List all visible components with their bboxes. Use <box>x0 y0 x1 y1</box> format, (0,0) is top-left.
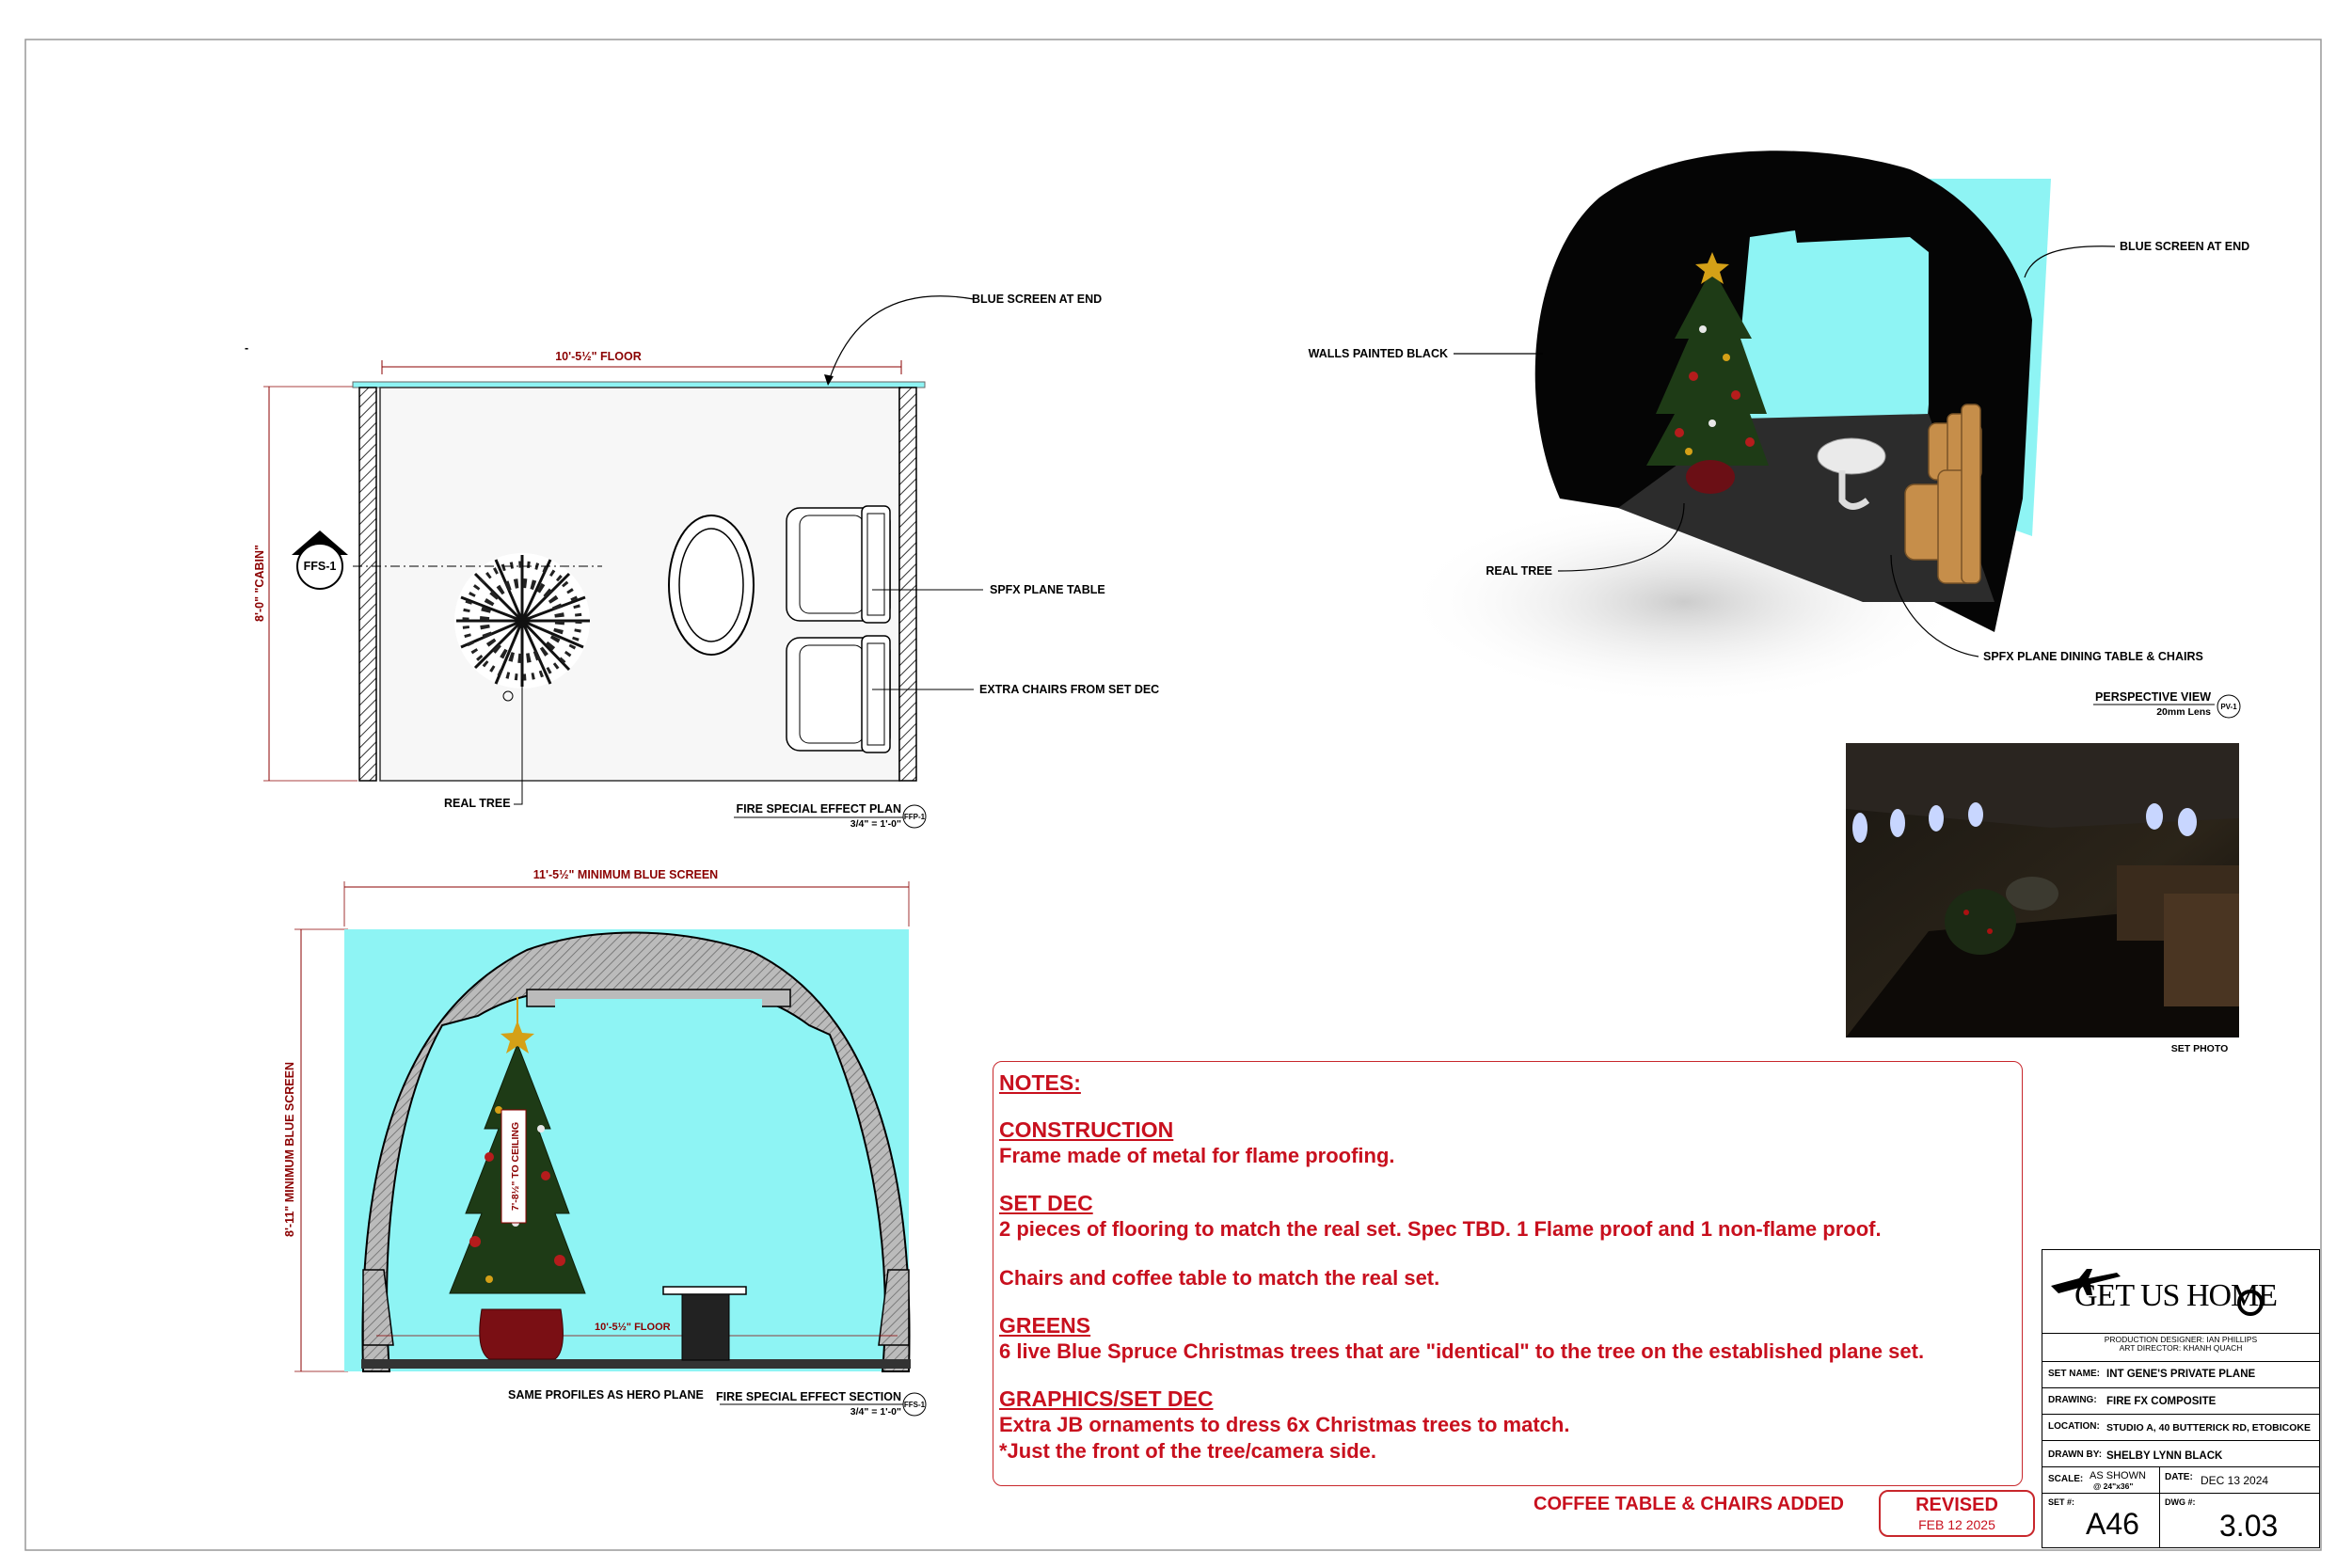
svg-text:PV-1: PV-1 <box>2220 703 2237 711</box>
drawing-label: DRAWING: <box>2048 1395 2097 1405</box>
set-name-value: INT GENE'S PRIVATE PLANE <box>2106 1369 2256 1380</box>
plan-cabin-dimension: 8'-0" "CABIN" <box>253 545 266 622</box>
drawn-by-label: DRAWN BY: <box>2048 1449 2103 1460</box>
svg-text:FIRE SPECIAL EFFECT PLAN: FIRE SPECIAL EFFECT PLAN <box>737 802 901 816</box>
svg-text:PERSPECTIVE VIEW: PERSPECTIVE VIEW <box>2095 690 2211 704</box>
perspective-real-tree-callout: REAL TREE <box>1486 564 1552 578</box>
section-height-dimension: 8'-11" MINIMUM BLUE SCREEN <box>283 1062 296 1237</box>
svg-text:FIRE SPECIAL EFFECT SECTION: FIRE SPECIAL EFFECT SECTION <box>716 1390 901 1403</box>
section-floor-dimension: 10'-5½" FLOOR <box>595 1322 671 1333</box>
notes-setdec-heading: SET DEC <box>999 1191 1093 1215</box>
section-width-dimension: 11'-5½" MINIMUM BLUE SCREEN <box>533 868 718 881</box>
plan-chair-2 <box>786 635 891 753</box>
svg-text:-: - <box>245 341 248 355</box>
notes-construction-heading: CONSTRUCTION <box>999 1117 1174 1142</box>
scale-value: AS SHOWN <box>2090 1470 2146 1481</box>
notes-setdec-body: 2 pieces of flooring to match the real s… <box>999 1217 1882 1241</box>
dwg-number-value: 3.03 <box>2219 1509 2279 1543</box>
plan-extra-chairs-callout: EXTRA CHAIRS FROM SET DEC <box>979 683 1159 696</box>
perspective-view-title: PERSPECTIVE VIEW 20mm Lens PV-1 <box>2093 690 2241 719</box>
plan-floor-dimension: 10'-5½" FLOOR <box>555 350 642 363</box>
dwg-number-label: DWG #: <box>2165 1497 2196 1507</box>
svg-text:FFS-1: FFS-1 <box>304 560 337 573</box>
notes-greens-body: 6 live Blue Spruce Christmas trees that … <box>999 1339 1925 1363</box>
plan-chair-1 <box>786 505 891 624</box>
plan-real-tree-callout: REAL TREE <box>444 797 511 810</box>
set-photo: SET PHOTO <box>1846 743 2239 1054</box>
revision-date: FEB 12 2025 <box>1918 1517 1995 1532</box>
notes-title: NOTES: <box>999 1070 1081 1095</box>
location-label: LOCATION: <box>2048 1421 2100 1432</box>
section-floor <box>361 1359 911 1369</box>
set-number-value: A46 <box>2086 1507 2139 1541</box>
svg-text:3/4" = 1'-0": 3/4" = 1'-0" <box>850 818 901 830</box>
plan-section-marker: FFS-1 <box>292 531 348 590</box>
perspective-dining-callout: SPFX PLANE DINING TABLE & CHAIRS <box>1983 650 2203 663</box>
section-view: 11'-5½" MINIMUM BLUE SCREEN 8'-11" MINIM… <box>283 868 927 1418</box>
perspective-blue-screen-callout: BLUE SCREEN AT END <box>2120 240 2249 253</box>
section-profiles-note: SAME PROFILES AS HERO PLANE <box>508 1388 704 1402</box>
set-number-label: SET #: <box>2048 1497 2075 1507</box>
plan-view: 10'-5½" FLOOR 8'-0" "CABIN" - FFS-1 BLUE… <box>245 293 1159 830</box>
svg-text:FFP-1: FFP-1 <box>904 813 926 821</box>
plan-blue-screen <box>352 381 926 388</box>
revision-label: REVISED <box>1915 1495 1998 1515</box>
section-view-title: FIRE SPECIAL EFFECT SECTION 3/4" = 1'-0"… <box>716 1390 927 1418</box>
credit-art-director: ART DIRECTOR: KHANH QUACH <box>2119 1343 2243 1353</box>
revision-note: COFFEE TABLE & CHAIRS ADDED <box>1534 1494 1844 1514</box>
perspective-walls-callout: WALLS PAINTED BLACK <box>1309 347 1448 360</box>
title-block: GET US HOME PRODUCTION DESIGNER: IAN PHI… <box>2042 1249 2320 1548</box>
notes-graphics-body: Extra JB ornaments to dress 6x Christmas… <box>999 1413 1570 1463</box>
svg-text:3/4" = 1'-0": 3/4" = 1'-0" <box>850 1406 901 1418</box>
logo-text: GET US HOME <box>2074 1278 2278 1313</box>
location-value: STUDIO A, 40 BUTTERICK RD, ETOBICOKE <box>2106 1422 2312 1433</box>
notes-greens-heading: GREENS <box>999 1313 1091 1338</box>
plan-blue-screen-callout: BLUE SCREEN AT END <box>972 293 1102 306</box>
revision-stamp: REVISED FEB 12 2025 <box>1879 1490 2035 1537</box>
perspective-view: BLUE SCREEN AT END WALLS PAINTED BLACK R… <box>1309 150 2249 719</box>
scale-sub: @ 24"x36" <box>2093 1481 2134 1491</box>
notes-setdec-body-2: Chairs and coffee table to match the rea… <box>999 1266 1440 1290</box>
plan-spfx-table-callout: SPFX PLANE TABLE <box>990 583 1105 596</box>
drawing-value: FIRE FX COMPOSITE <box>2106 1396 2217 1407</box>
set-photo-caption: SET PHOTO <box>2171 1043 2228 1054</box>
plan-view-title: FIRE SPECIAL EFFECT PLAN 3/4" = 1'-0" FF… <box>734 802 927 830</box>
svg-text:20mm Lens: 20mm Lens <box>2156 706 2211 718</box>
notes-graphics-heading: GRAPHICS/SET DEC <box>999 1386 1214 1411</box>
plan-wall-right <box>898 387 917 782</box>
notes-construction-body: Frame made of metal for flame proofing. <box>999 1144 1395 1167</box>
notes-panel: NOTES: CONSTRUCTION Frame made of metal … <box>993 1061 2023 1486</box>
drawn-by-value: SHELBY LYNN BLACK <box>2106 1450 2223 1462</box>
set-name-label: SET NAME: <box>2048 1369 2100 1379</box>
plan-wall-left <box>358 387 377 782</box>
svg-text:FFS-1: FFS-1 <box>904 1401 926 1409</box>
scale-label: SCALE: <box>2048 1474 2084 1484</box>
plan-coffee-table <box>668 515 755 656</box>
date-value: DEC 13 2024 <box>2201 1474 2269 1487</box>
date-label: DATE: <box>2165 1472 2193 1482</box>
section-tree-dimension: 7'-8½" TO CEILING <box>510 1122 521 1211</box>
